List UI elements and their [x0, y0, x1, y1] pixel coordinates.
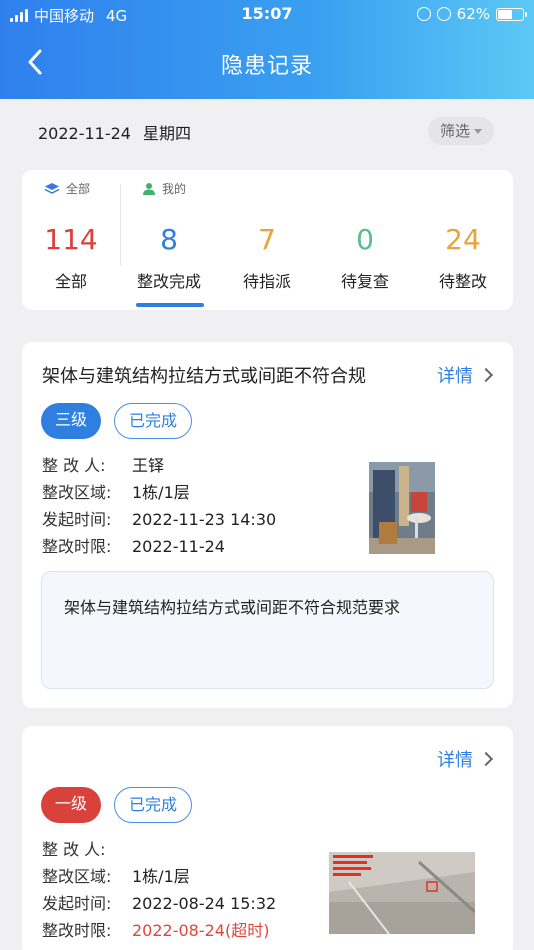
- info-key: 整改区域:: [42, 483, 112, 502]
- status-bar: 中国移动 4G 15:07 62%: [0, 0, 534, 28]
- stat-label: 整改完成: [136, 272, 201, 291]
- status-badge: 已完成: [114, 787, 192, 823]
- stat-label: 待整改: [438, 272, 487, 291]
- group-all-text: 全部: [66, 182, 91, 196]
- stat-value: 7: [258, 223, 276, 256]
- detail-link[interactable]: 详情: [437, 362, 494, 388]
- info-value: 2022-08-24 15:32: [132, 894, 277, 913]
- level-badge: 三级: [41, 403, 101, 439]
- group-mine-text: 我的: [162, 182, 187, 196]
- page-title: 隐患记录: [220, 54, 313, 79]
- hazard-photo[interactable]: [329, 852, 475, 934]
- layers-icon: [44, 182, 60, 194]
- stats-panel: 全部 我的 114 全部 8 整改完成 7 待指派 0 待复查 24 待整改: [22, 170, 513, 310]
- battery-icon: [496, 7, 527, 21]
- hazard-description: 架体与建筑结构拉结方式或间距不符合规范要求: [41, 571, 494, 689]
- dropdown-caret-icon: [474, 128, 482, 134]
- alarm-icon: [436, 7, 451, 21]
- hazard-photo[interactable]: [369, 462, 435, 554]
- info-value: 1栋/1层: [132, 867, 190, 886]
- info-key: 发起时间:: [42, 510, 112, 529]
- stat-to-review[interactable]: 0 待复查: [316, 222, 414, 292]
- info-value: 2022-08-24(超时): [132, 921, 270, 940]
- info-row: 整 改 人: 王铎: [42, 452, 276, 479]
- info-rows: 整 改 人: 王铎 整改区域: 1栋/1层 发起时间: 2022-11-23 14:3…: [42, 452, 276, 560]
- stat-label: 待指派: [242, 272, 291, 291]
- filter-button[interactable]: 筛选: [427, 117, 494, 145]
- info-key: 整 改 人:: [42, 840, 106, 859]
- info-rows: 整 改 人: 整改区域: 1栋/1层 发起时间: 2022-08-24 15:32 …: [42, 836, 276, 944]
- chevron-right-icon: [478, 751, 494, 767]
- stat-label: 全部: [54, 272, 87, 291]
- orientation-lock-icon: [416, 7, 431, 21]
- stat-value: 24: [445, 223, 481, 256]
- battery-percent: 62%: [456, 5, 490, 23]
- weekday-value: 星期四: [142, 124, 191, 143]
- stat-to-assign[interactable]: 7 待指派: [218, 222, 316, 292]
- active-tab-indicator: [136, 303, 204, 307]
- hazard-title: 架体与建筑结构拉结方式或间距不符合规: [42, 366, 366, 387]
- app-header: 中国移动 4G 15:07 62% 隐患记录: [0, 0, 534, 99]
- info-key: 整改时限:: [42, 921, 112, 940]
- group-mine-label: 我的: [142, 180, 186, 197]
- status-badge: 已完成: [114, 403, 192, 439]
- info-row: 整改时限: 2022-08-24(超时): [42, 917, 276, 944]
- hazard-card[interactable]: 架体与建筑结构拉结方式或间距不符合规 详情 三级 已完成 整 改 人: 王铎 整改…: [22, 342, 513, 708]
- info-value: 王铎: [132, 456, 165, 475]
- stat-to-rectify[interactable]: 24 待整改: [414, 222, 512, 292]
- stat-label: 待复查: [340, 272, 389, 291]
- hazard-card[interactable]: 详情 一级 已完成 整 改 人: 整改区域: 1栋/1层 发起时间: 2022-08…: [22, 726, 513, 950]
- date-bar: 2022-11-24 星期四 筛选: [0, 99, 534, 163]
- info-key: 整改区域:: [42, 867, 112, 886]
- info-row: 整 改 人:: [42, 836, 276, 863]
- info-value: 1栋/1层: [132, 483, 190, 502]
- info-row: 整改区域: 1栋/1层: [42, 479, 276, 506]
- info-key: 发起时间:: [42, 894, 112, 913]
- info-row: 发起时间: 2022-08-24 15:32: [42, 890, 276, 917]
- info-value: 2022-11-24: [132, 537, 225, 556]
- current-date: 2022-11-24 星期四: [38, 120, 191, 144]
- info-row: 整改时限: 2022-11-24: [42, 533, 276, 560]
- person-icon: [143, 182, 155, 195]
- info-row: 整改区域: 1栋/1层: [42, 863, 276, 890]
- info-key: 整改时限:: [42, 537, 112, 556]
- detail-link[interactable]: 详情: [437, 746, 494, 772]
- stat-value: 8: [160, 223, 178, 256]
- stat-value: 0: [356, 223, 374, 256]
- info-value: 2022-11-23 14:30: [132, 510, 277, 529]
- detail-label: 详情: [437, 750, 473, 771]
- date-value: 2022-11-24: [38, 124, 131, 143]
- chevron-right-icon: [478, 367, 494, 383]
- stat-all[interactable]: 114 全部: [22, 222, 120, 292]
- group-all-label: 全部: [44, 180, 90, 197]
- filter-label: 筛选: [439, 122, 470, 140]
- level-badge: 一级: [41, 787, 101, 823]
- detail-label: 详情: [437, 366, 473, 387]
- stat-completed[interactable]: 8 整改完成: [120, 222, 218, 292]
- info-row: 发起时间: 2022-11-23 14:30: [42, 506, 276, 533]
- stat-value: 114: [44, 223, 98, 256]
- info-key: 整 改 人:: [42, 456, 106, 475]
